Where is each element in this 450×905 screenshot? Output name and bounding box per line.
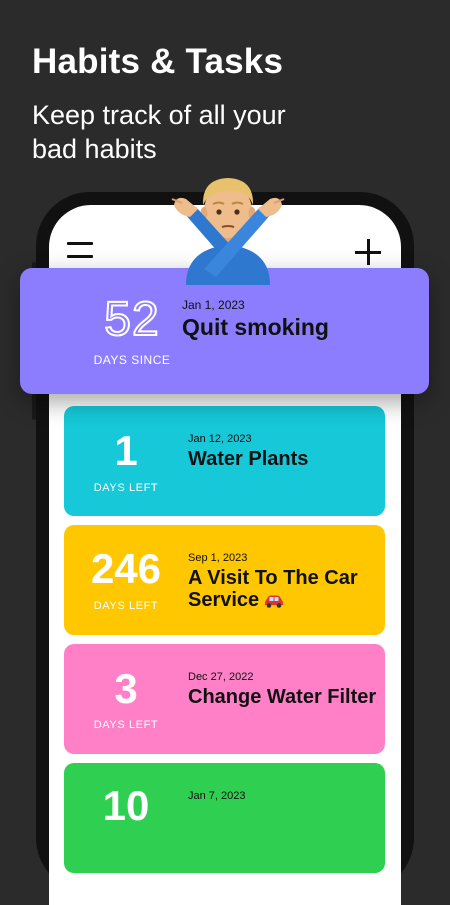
task-card-partial[interactable]: 10 Jan 7, 2023	[64, 763, 385, 873]
task-date: Jan 7, 2023	[188, 790, 246, 802]
man-gesturing-no-emoji-icon	[171, 178, 285, 285]
days-count: 3	[114, 665, 138, 712]
hamburger-menu-icon[interactable]	[67, 242, 93, 260]
habit-date: Jan 1, 2023	[182, 298, 245, 312]
subheadline: Keep track of all your bad habits	[32, 100, 286, 164]
days-count: 10	[102, 782, 150, 829]
days-count: 1	[114, 427, 138, 474]
task-card-water-filter[interactable]: 3 DAYS LEFT Dec 27, 2022 Change Water Fi…	[64, 644, 385, 754]
task-card-water-plants[interactable]: 1 DAYS LEFT Jan 12, 2023 Water Plants	[64, 406, 385, 516]
task-title: Change Water Filter	[188, 686, 377, 708]
task-title: Water Plants	[188, 448, 309, 470]
task-title: A Visit To The Car Service	[188, 567, 358, 611]
days-caption: DAYS LEFT	[93, 600, 159, 612]
days-since-caption: DAYS SINCE	[93, 353, 171, 367]
days-count: 246	[90, 545, 162, 592]
featured-habit-card[interactable]: 52 DAYS SINCE Jan 1, 2023 Quit smoking	[20, 268, 429, 394]
headline: Habits & Tasks	[32, 42, 284, 81]
task-date: Jan 12, 2023	[188, 433, 252, 445]
task-date: Dec 27, 2022	[188, 671, 254, 683]
days-caption: DAYS LEFT	[93, 719, 159, 731]
habit-title: Quit smoking	[182, 314, 329, 340]
red-car-emoji-icon	[265, 595, 284, 608]
add-task-icon[interactable]	[355, 239, 381, 265]
task-date: Sep 1, 2023	[188, 552, 248, 564]
task-card-car-service[interactable]: 246 DAYS LEFT Sep 1, 2023 A Visit To The…	[64, 525, 385, 635]
days-caption: DAYS LEFT	[93, 482, 159, 494]
